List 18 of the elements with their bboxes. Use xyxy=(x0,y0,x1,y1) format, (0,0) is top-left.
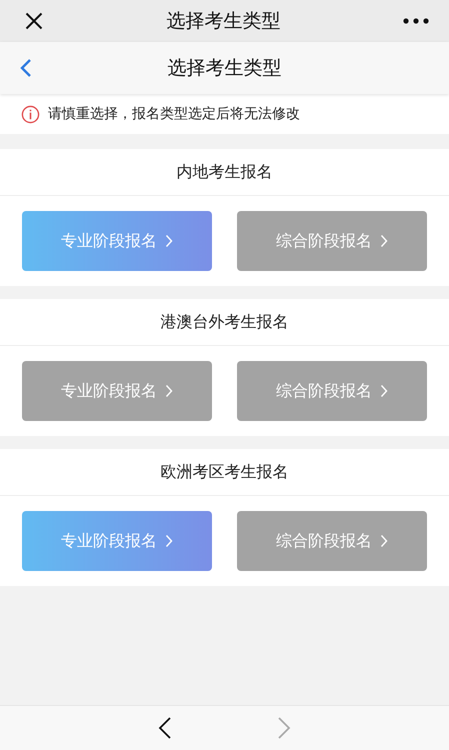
section-title: 欧洲考区考生报名 xyxy=(0,449,449,496)
back-icon[interactable] xyxy=(20,58,32,78)
section-title: 内地考生报名 xyxy=(0,149,449,196)
close-icon[interactable] xyxy=(24,11,44,31)
register-button[interactable]: 专业阶段报名 xyxy=(22,511,212,571)
notice-text: 请慎重选择，报名类型选定后将无法修改 xyxy=(48,105,300,123)
more-icon[interactable] xyxy=(403,18,429,24)
window-title: 选择考生类型 xyxy=(166,9,280,34)
section-title: 港澳台外考生报名 xyxy=(0,299,449,346)
chevron-icon xyxy=(380,384,388,398)
chevron-icon xyxy=(380,234,388,248)
page-title: 选择考生类型 xyxy=(168,56,282,81)
chevron-icon xyxy=(380,534,388,548)
chevron-icon xyxy=(165,384,173,398)
chevron-icon xyxy=(165,234,173,248)
register-button[interactable]: 专业阶段报名 xyxy=(22,211,212,271)
info-icon xyxy=(21,104,40,124)
chevron-icon xyxy=(165,534,173,548)
